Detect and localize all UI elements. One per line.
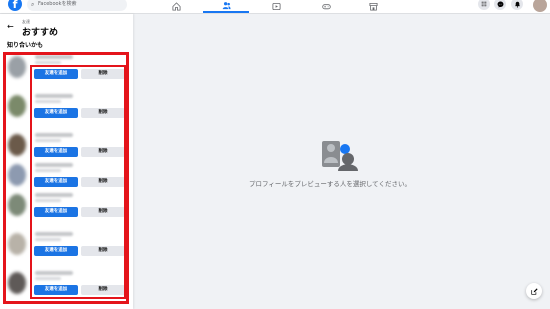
friends-icon xyxy=(222,2,231,10)
facebook-logo-icon[interactable]: f xyxy=(8,0,22,11)
tab-friends[interactable] xyxy=(203,0,249,13)
profile-avatar[interactable] xyxy=(533,0,547,12)
search-placeholder: Facebookを検索 xyxy=(38,1,77,7)
marketplace-icon xyxy=(368,2,378,11)
tab-marketplace[interactable] xyxy=(350,0,396,13)
messenger-button[interactable] xyxy=(494,0,506,10)
section-title: 知り合いかも xyxy=(7,42,44,49)
back-arrow-icon[interactable]: ← xyxy=(7,23,14,31)
search-input[interactable]: ⌕ Facebookを検索 xyxy=(27,0,127,11)
tab-home[interactable] xyxy=(153,0,199,13)
empty-state-message: プロフィールをプレビューする人を選択してください。 xyxy=(249,180,411,188)
gaming-icon xyxy=(321,4,331,10)
tab-gaming[interactable] xyxy=(303,0,349,13)
profile-preview-illustration-icon xyxy=(318,137,360,171)
compose-icon xyxy=(530,287,538,295)
new-message-button[interactable] xyxy=(526,283,542,299)
menu-button[interactable] xyxy=(478,0,490,10)
tab-watch[interactable] xyxy=(253,0,299,13)
menu-grid-icon xyxy=(481,1,487,7)
watch-icon xyxy=(271,2,281,11)
home-icon xyxy=(171,2,181,11)
top-navigation-bar: f ⌕ Facebookを検索 xyxy=(0,0,550,14)
page-title: おすすめ xyxy=(22,28,59,38)
search-icon: ⌕ xyxy=(31,1,35,8)
messenger-icon xyxy=(497,1,503,7)
inner-highlight-box xyxy=(30,65,126,299)
notifications-icon xyxy=(514,1,520,8)
notifications-button[interactable] xyxy=(511,0,523,10)
